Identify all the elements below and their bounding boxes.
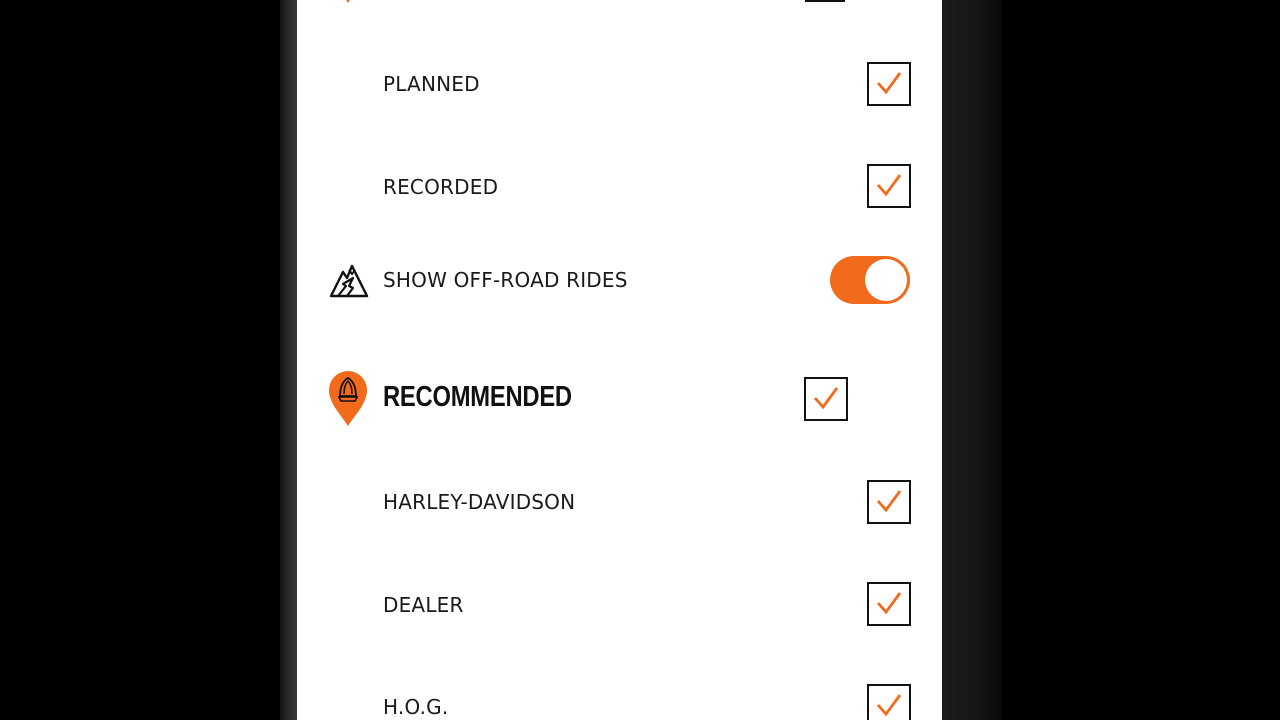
recommended-pin-icon <box>328 370 368 431</box>
mountain-offroad-icon <box>329 262 369 302</box>
hog-checkbox[interactable] <box>867 684 911 720</box>
recommended-title: RECOMMENDED <box>383 381 572 413</box>
check-icon <box>876 694 902 717</box>
check-icon <box>876 490 902 513</box>
filter-row-planned[interactable]: PLANNED <box>297 62 942 106</box>
filter-label-harley-davidson: HARLEY-DAVIDSON <box>383 490 576 514</box>
check-icon <box>876 72 902 95</box>
check-icon <box>876 174 902 197</box>
left-edge <box>280 0 298 720</box>
toggle-knob <box>865 259 907 301</box>
filter-label-recorded: RECORDED <box>383 175 499 199</box>
offroad-toggle-row[interactable]: SHOW OFF-ROAD RIDES <box>297 256 942 304</box>
recorded-checkbox[interactable] <box>867 164 911 208</box>
section-checkbox-partial[interactable] <box>805 0 845 2</box>
planned-checkbox[interactable] <box>867 62 911 106</box>
check-icon <box>813 387 839 410</box>
check-icon <box>876 592 902 615</box>
filter-row-hog[interactable]: H.O.G. <box>297 684 942 720</box>
filter-label-planned: PLANNED <box>383 72 480 96</box>
screen: PLANNED RECORDED SHOW OFF-ROAD RIDES REC… <box>0 0 1280 720</box>
filter-row-dealer[interactable]: DEALER <box>297 582 942 626</box>
filter-label-dealer: DEALER <box>383 593 464 617</box>
recommended-section-header[interactable]: RECOMMENDED <box>297 370 942 428</box>
dealer-checkbox[interactable] <box>867 582 911 626</box>
pin-icon-partial <box>341 0 355 13</box>
right-edge <box>942 0 1002 720</box>
filter-row-recorded[interactable]: RECORDED <box>297 164 942 208</box>
ride-filter-panel: PLANNED RECORDED SHOW OFF-ROAD RIDES REC… <box>297 0 942 720</box>
recommended-checkbox[interactable] <box>804 377 848 421</box>
filter-label-hog: H.O.G. <box>383 695 449 719</box>
offroad-toggle[interactable] <box>830 256 910 304</box>
offroad-label: SHOW OFF-ROAD RIDES <box>383 268 628 292</box>
filter-row-harley-davidson[interactable]: HARLEY-DAVIDSON <box>297 480 942 524</box>
harley-davidson-checkbox[interactable] <box>867 480 911 524</box>
